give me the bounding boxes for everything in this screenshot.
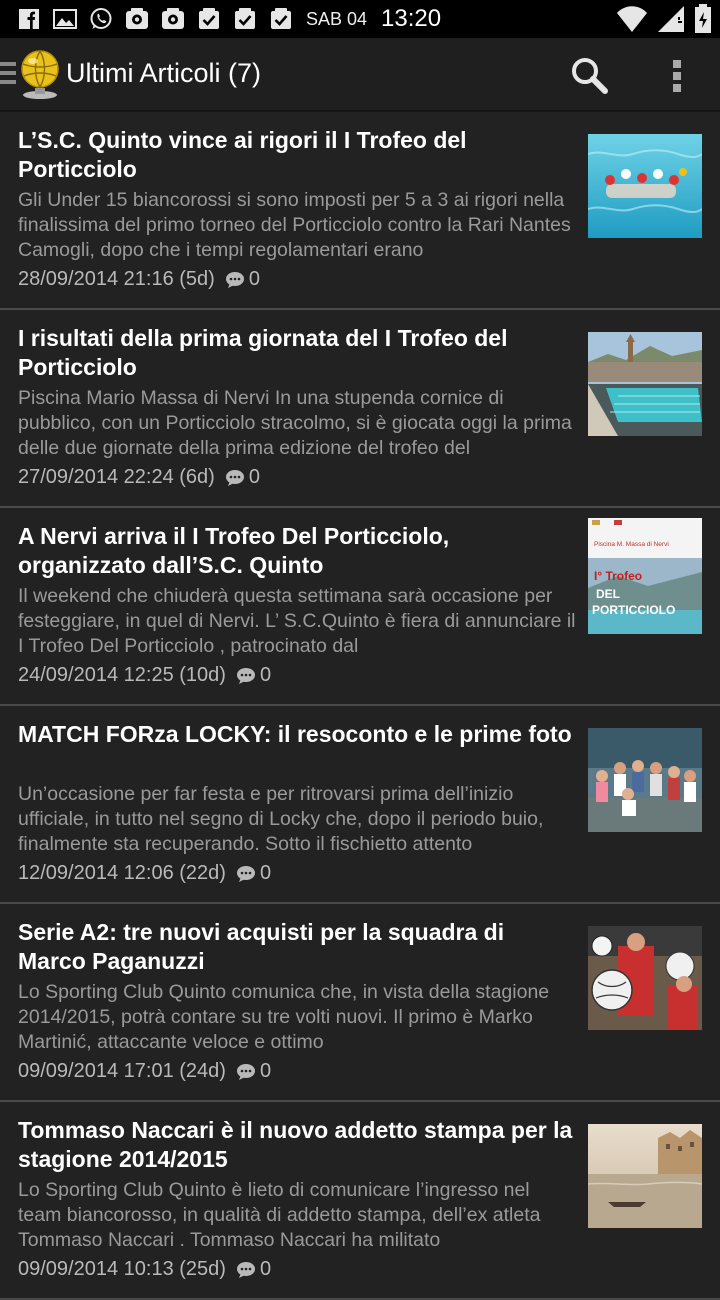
article-item[interactable]: MATCH FORza LOCKY: il resoconto e le pri…	[0, 706, 720, 904]
article-title: L’S.C. Quinto vince ai rigori il I Trofe…	[18, 127, 467, 182]
article-date: 09/09/2014 17:01 (24d)	[18, 1060, 226, 1082]
comment-count: 0	[259, 1060, 272, 1082]
article-thumbnail	[588, 728, 702, 832]
article-date: 12/09/2014 12:06 (22d)	[18, 862, 226, 884]
article-excerpt: Lo Sporting Club Quinto comunica che, in…	[18, 981, 550, 1053]
comment-count: 0	[248, 466, 260, 488]
article-excerpt: Un’occasione per far festa e per ritrova…	[18, 783, 544, 855]
thumb-small-text: Piscina M. Massa di Nervi	[594, 541, 669, 548]
article-meta: 12/09/2014 12:06 (22d) 0	[18, 862, 271, 885]
comment-icon	[236, 1063, 256, 1081]
article-item[interactable]: Tommaso Naccari è il nuovo addetto stamp…	[0, 1102, 720, 1300]
gallery-icon	[52, 7, 78, 31]
check-box-icon	[196, 7, 222, 31]
facebook-icon	[16, 7, 42, 31]
wifi-icon	[616, 5, 648, 38]
article-date: 24/09/2014 12:25 (10d)	[18, 664, 226, 686]
article-title: Serie A2: tre nuovi acquisti per la squa…	[18, 919, 505, 974]
article-item[interactable]: Serie A2: tre nuovi acquisti per la squa…	[0, 904, 720, 1102]
signal-icon	[656, 5, 686, 38]
battery-icon	[694, 4, 712, 39]
article-date: 28/09/2014 21:16 (5d)	[18, 268, 215, 290]
article-item[interactable]: A Nervi arriva il I Trofeo Del Porticcio…	[0, 508, 720, 706]
article-item[interactable]: L’S.C. Quinto vince ai rigori il I Trofe…	[0, 112, 720, 310]
article-thumbnail	[587, 134, 703, 238]
article-excerpt: Piscina Mario Massa di Nervi In una stup…	[18, 387, 572, 459]
article-meta: 24/09/2014 12:25 (10d) 0	[18, 664, 271, 687]
article-excerpt: Il weekend che chiuderà questa settimana…	[18, 585, 576, 657]
comment-count: 0	[259, 664, 272, 686]
thumb-line1: I° Trofeo	[594, 569, 642, 583]
comment-icon	[236, 667, 256, 685]
search-icon[interactable]	[568, 54, 612, 98]
check-box-icon-2	[232, 7, 258, 31]
article-title: I risultati della prima giornata del I T…	[18, 325, 508, 380]
thumb-line2: DEL	[596, 587, 620, 601]
article-thumbnail: Piscina M. Massa di Nervi I° Trofeo DEL …	[588, 518, 702, 634]
comment-icon	[225, 469, 245, 487]
thumb-line3: PORTICCIOLO	[592, 603, 675, 617]
article-excerpt: Lo Sporting Club Quinto è lieto di comun…	[18, 1179, 541, 1251]
article-title: Tommaso Naccari è il nuovo addetto stamp…	[18, 1117, 573, 1172]
comment-icon	[225, 271, 245, 289]
article-meta: 28/09/2014 21:16 (5d) 0	[18, 268, 260, 291]
whatsapp-icon	[88, 7, 114, 31]
comment-count: 0	[259, 862, 272, 884]
status-bar: SAB 04 13:20	[0, 0, 720, 38]
article-thumbnail	[588, 926, 702, 1030]
drawer-menu-icon[interactable]	[0, 58, 20, 88]
comment-icon	[236, 1261, 256, 1279]
check-box-icon-3	[268, 7, 294, 31]
article-title: MATCH FORza LOCKY: il resoconto e le pri…	[18, 721, 572, 747]
article-date: 09/09/2014 10:13 (25d)	[18, 1258, 226, 1280]
article-date: 27/09/2014 22:24 (6d)	[18, 466, 215, 488]
status-time: 13:20	[381, 5, 442, 32]
article-item[interactable]: I risultati della prima giornata del I T…	[0, 310, 720, 508]
status-date: SAB 04	[306, 8, 368, 29]
water-polo-ball-logo[interactable]	[18, 50, 62, 100]
article-thumbnail	[588, 332, 702, 436]
comment-icon	[236, 865, 256, 883]
action-bar: Ultimi Articoli (7)	[0, 38, 720, 112]
article-title: A Nervi arriva il I Trofeo Del Porticcio…	[18, 523, 450, 578]
overflow-menu-icon[interactable]	[660, 54, 696, 98]
article-list: L’S.C. Quinto vince ai rigori il I Trofe…	[0, 112, 720, 1300]
article-meta: 27/09/2014 22:24 (6d) 0	[18, 466, 260, 489]
mail-app-icon-2	[160, 7, 186, 31]
article-excerpt: Gli Under 15 biancorossi si sono imposti…	[18, 189, 571, 261]
article-meta: 09/09/2014 10:13 (25d) 0	[18, 1258, 271, 1281]
article-thumbnail	[587, 1124, 703, 1228]
page-title: Ultimi Articoli (7)	[66, 58, 262, 88]
article-meta: 09/09/2014 17:01 (24d) 0	[18, 1060, 271, 1083]
comment-count: 0	[248, 268, 260, 290]
mail-app-icon	[124, 7, 150, 31]
comment-count: 0	[259, 1258, 272, 1280]
